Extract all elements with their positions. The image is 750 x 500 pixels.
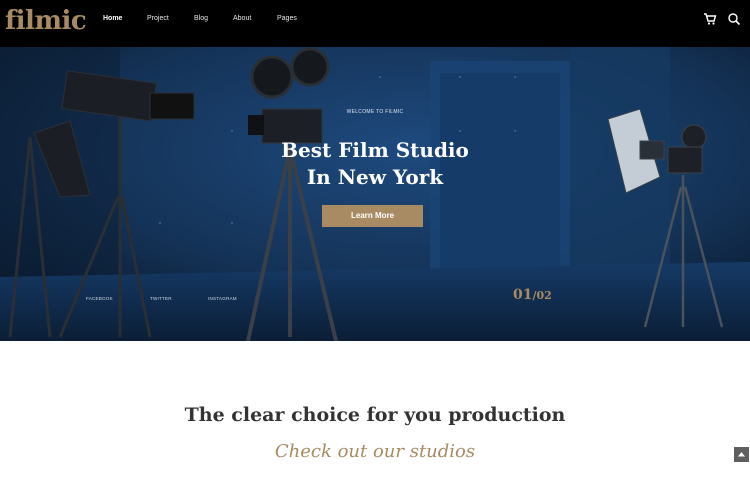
scroll-to-top-button[interactable] xyxy=(734,447,749,462)
learn-more-button[interactable]: Learn More xyxy=(322,205,423,227)
site-logo[interactable]: filmic xyxy=(5,4,87,38)
hero-headline-line1: Best Film Studio xyxy=(281,138,469,162)
slide-current: 01 xyxy=(513,287,533,303)
nav-item-pages[interactable]: Pages xyxy=(277,15,297,27)
nav-item-project[interactable]: Project xyxy=(147,15,169,27)
hero-kicker: WELCOME TO FILMIC xyxy=(346,109,404,115)
search-button[interactable] xyxy=(727,12,741,26)
slide-counter: 01/02 xyxy=(513,287,552,303)
hero-headline: Best Film Studio In New York xyxy=(0,137,750,191)
hero-headline-line2: In New York xyxy=(306,165,444,189)
section-title: The clear choice for you production xyxy=(184,404,566,426)
nav-item-home[interactable]: Home xyxy=(103,15,122,27)
hero-slider: WELCOME TO FILMIC Best Film Studio In Ne… xyxy=(0,47,750,341)
site-header: filmic Home Project Blog About Pages xyxy=(0,0,750,47)
cart-button[interactable] xyxy=(703,12,717,26)
social-link-facebook[interactable]: FACEBOOK xyxy=(86,296,113,301)
slide-total: 02 xyxy=(536,289,552,302)
nav-item-blog[interactable]: Blog xyxy=(194,15,208,27)
cart-icon xyxy=(704,13,717,25)
arrow-up-icon xyxy=(738,452,745,457)
social-link-instagram[interactable]: INSTAGRAM xyxy=(208,296,237,301)
section-subtitle: Check out our studios xyxy=(274,441,476,462)
search-icon xyxy=(728,13,741,26)
social-link-twitter[interactable]: TWITTER xyxy=(150,296,172,301)
nav-item-about[interactable]: About xyxy=(233,15,251,27)
